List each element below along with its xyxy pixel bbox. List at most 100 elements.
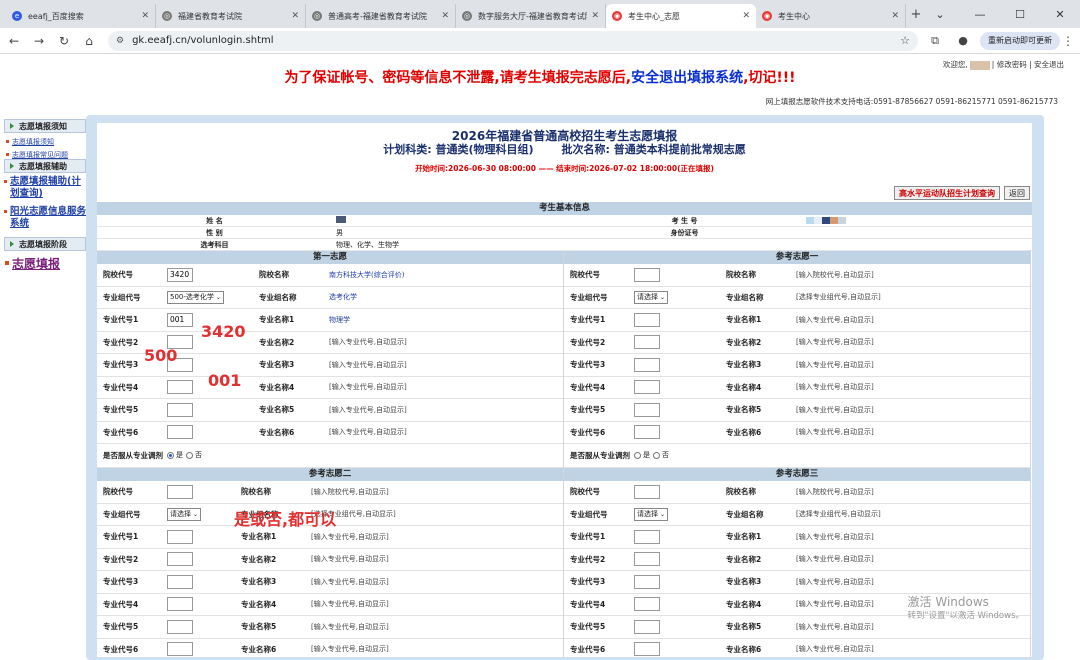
major-code-input[interactable] (167, 312, 193, 327)
group-code-select[interactable]: 500-选考化学 ⌄ (167, 290, 224, 304)
input-cell (167, 574, 239, 589)
major-code-input[interactable] (634, 574, 660, 589)
tab-favicon-icon: ◎ (162, 11, 172, 21)
address-bar[interactable]: ⚙ gk.eeafj.cn/volunlogin.shtml ☆ (108, 30, 918, 51)
security-warning: 为了保证帐号、密码等信息不泄露,请考生填报完志愿后,安全退出填报系统,切记!!! (0, 67, 1080, 87)
tab-close-icon[interactable]: ✕ (591, 11, 599, 21)
browser-tab[interactable]: ◉ 考生中心_志愿 ✕ (606, 4, 756, 28)
profile-icon[interactable]: ● (952, 30, 974, 52)
group-code-select[interactable]: 请选择 ⌄ (634, 290, 669, 304)
menu-icon[interactable]: ⋮ (1060, 34, 1076, 48)
sidebar-link-sunshine[interactable]: 阳光志愿信息服务系统 (4, 203, 86, 233)
extensions-icon[interactable]: ⧉ (924, 30, 946, 52)
major-code-input[interactable] (634, 402, 660, 417)
exam-no-label: 考 生 号 (671, 216, 698, 225)
back-icon[interactable]: ← (3, 30, 25, 52)
sidebar-link-fill[interactable]: 志愿填报 (4, 251, 86, 272)
tab-close-icon[interactable]: ✕ (141, 11, 149, 21)
major-code-input[interactable] (634, 529, 660, 544)
sidebar-link-plan-query[interactable]: 志愿填报辅助(计划查询) (4, 173, 86, 203)
tab-close-icon[interactable]: ✕ (291, 11, 299, 21)
major-code-input[interactable] (167, 380, 193, 395)
major-code-input[interactable] (634, 597, 660, 612)
tab-search-icon[interactable]: ⌄ (920, 0, 960, 28)
back-button[interactable]: 返回 (1004, 186, 1030, 200)
field-label: 专业代号6 (103, 644, 139, 654)
school-code-input[interactable] (167, 267, 193, 282)
forward-icon[interactable]: → (28, 30, 50, 52)
field-label: 专业代号4 (570, 382, 606, 392)
major-code-input[interactable] (167, 402, 193, 417)
volunteer-row: 专业代号6 专业名称6 [输入专业代号,自动显示] (97, 422, 563, 444)
page-subtitle: 计划科类: 普通类(物理科目组) 批次名称: 普通类本科提前批常规志愿 (97, 143, 1032, 157)
major-code-input[interactable] (167, 619, 193, 634)
home-icon[interactable]: ⌂ (78, 30, 100, 52)
browser-tab[interactable]: ◉ 考生中心 ✕ (756, 4, 906, 28)
field-value: [输入专业代号,自动显示] (329, 338, 407, 347)
name-value (332, 216, 567, 225)
bookmark-star-icon[interactable]: ☆ (900, 34, 910, 47)
field-label: 院校名称 (259, 270, 289, 280)
major-code-input[interactable] (634, 642, 660, 657)
window-controls: ⌄ — ☐ ✕ (920, 0, 1080, 28)
field-label: 专业代号5 (570, 622, 606, 632)
field-label: 专业组代号 (103, 292, 141, 302)
major-code-input[interactable] (634, 357, 660, 372)
input-cell (634, 402, 724, 417)
browser-tab[interactable]: ◎ 数字服务大厅-福建省教育考试院 ✕ (456, 4, 606, 28)
browser-tab[interactable]: ◎ 普通高考-福建省教育考试院 ✕ (306, 4, 456, 28)
major-code-input[interactable] (167, 597, 193, 612)
sidebar-link-faq[interactable]: 志愿填报常见问题 (4, 146, 86, 163)
field-value: [输入专业代号,自动显示] (311, 555, 389, 564)
major-code-input[interactable] (634, 380, 660, 395)
volunteer-row: 专业代号2 专业名称2 [输入专业代号,自动显示] (564, 332, 1030, 354)
major-code-input[interactable] (634, 552, 660, 567)
tab-close-icon[interactable]: ✕ (742, 11, 750, 21)
minimize-icon[interactable]: — (960, 0, 1000, 28)
major-code-input[interactable] (167, 529, 193, 544)
adjust-label: 是否服从专业调剂 (570, 451, 630, 460)
school-code-input[interactable] (634, 484, 660, 499)
school-code-input[interactable] (634, 267, 660, 282)
field-label: 专业代号2 (570, 337, 606, 347)
input-cell (634, 597, 724, 612)
field-label: 专业名称2 (726, 554, 762, 564)
major-code-input[interactable] (167, 552, 193, 567)
group-code-select[interactable]: 请选择 ⌄ (634, 507, 669, 521)
field-value: [输入专业代号,自动显示] (796, 645, 874, 654)
name-label: 姓 名 (206, 216, 223, 225)
adjust-no-radio[interactable]: 否 (653, 450, 669, 460)
major-code-input[interactable] (167, 574, 193, 589)
group-code-select[interactable]: 请选择 ⌄ (167, 507, 202, 521)
major-code-input[interactable] (634, 312, 660, 327)
input-cell (634, 552, 724, 567)
tab-close-icon[interactable]: ✕ (441, 11, 449, 21)
browser-tab[interactable]: ◎ 福建省教育考试院 ✕ (156, 4, 306, 28)
tab-title: 考生中心_志愿 (628, 11, 680, 21)
close-window-icon[interactable]: ✕ (1040, 0, 1080, 28)
tab-close-icon[interactable]: ✕ (891, 11, 899, 21)
chevron-down-icon: ⌄ (660, 510, 666, 518)
major-code-input[interactable] (634, 619, 660, 634)
adjust-yes-radio[interactable]: 是 (167, 450, 183, 460)
subjects-label: 选考科目 (200, 240, 229, 249)
volunteer-row: 院校代号 院校名称 [输入院校代号,自动显示] (564, 264, 1030, 287)
sports-plan-query-button[interactable]: 高水平运动队招生计划查询 (894, 186, 1000, 200)
relaunch-update-button[interactable]: 重新启动即可更新 (980, 31, 1060, 50)
watermark-line-2: 转到"设置"以激活 Windows。 (907, 611, 1024, 621)
school-code-input[interactable] (167, 484, 193, 499)
reload-icon[interactable]: ↻ (53, 30, 75, 52)
major-code-input[interactable] (167, 642, 193, 657)
adjust-yes-radio[interactable]: 是 (634, 450, 650, 460)
major-code-input[interactable] (634, 425, 660, 440)
input-cell (167, 402, 257, 417)
input-cell (167, 529, 239, 544)
adjust-no-radio[interactable]: 否 (186, 450, 202, 460)
site-info-icon[interactable]: ⚙ (116, 36, 124, 46)
major-code-input[interactable] (167, 425, 193, 440)
maximize-icon[interactable]: ☐ (1000, 0, 1040, 28)
major-code-input[interactable] (634, 335, 660, 350)
browser-tab[interactable]: e eeafj_百度搜索 ✕ (6, 4, 156, 28)
field-label: 专业名称2 (241, 554, 277, 564)
volunteer-row: 专业代号5 专业名称5 [输入专业代号,自动显示] (97, 616, 563, 639)
